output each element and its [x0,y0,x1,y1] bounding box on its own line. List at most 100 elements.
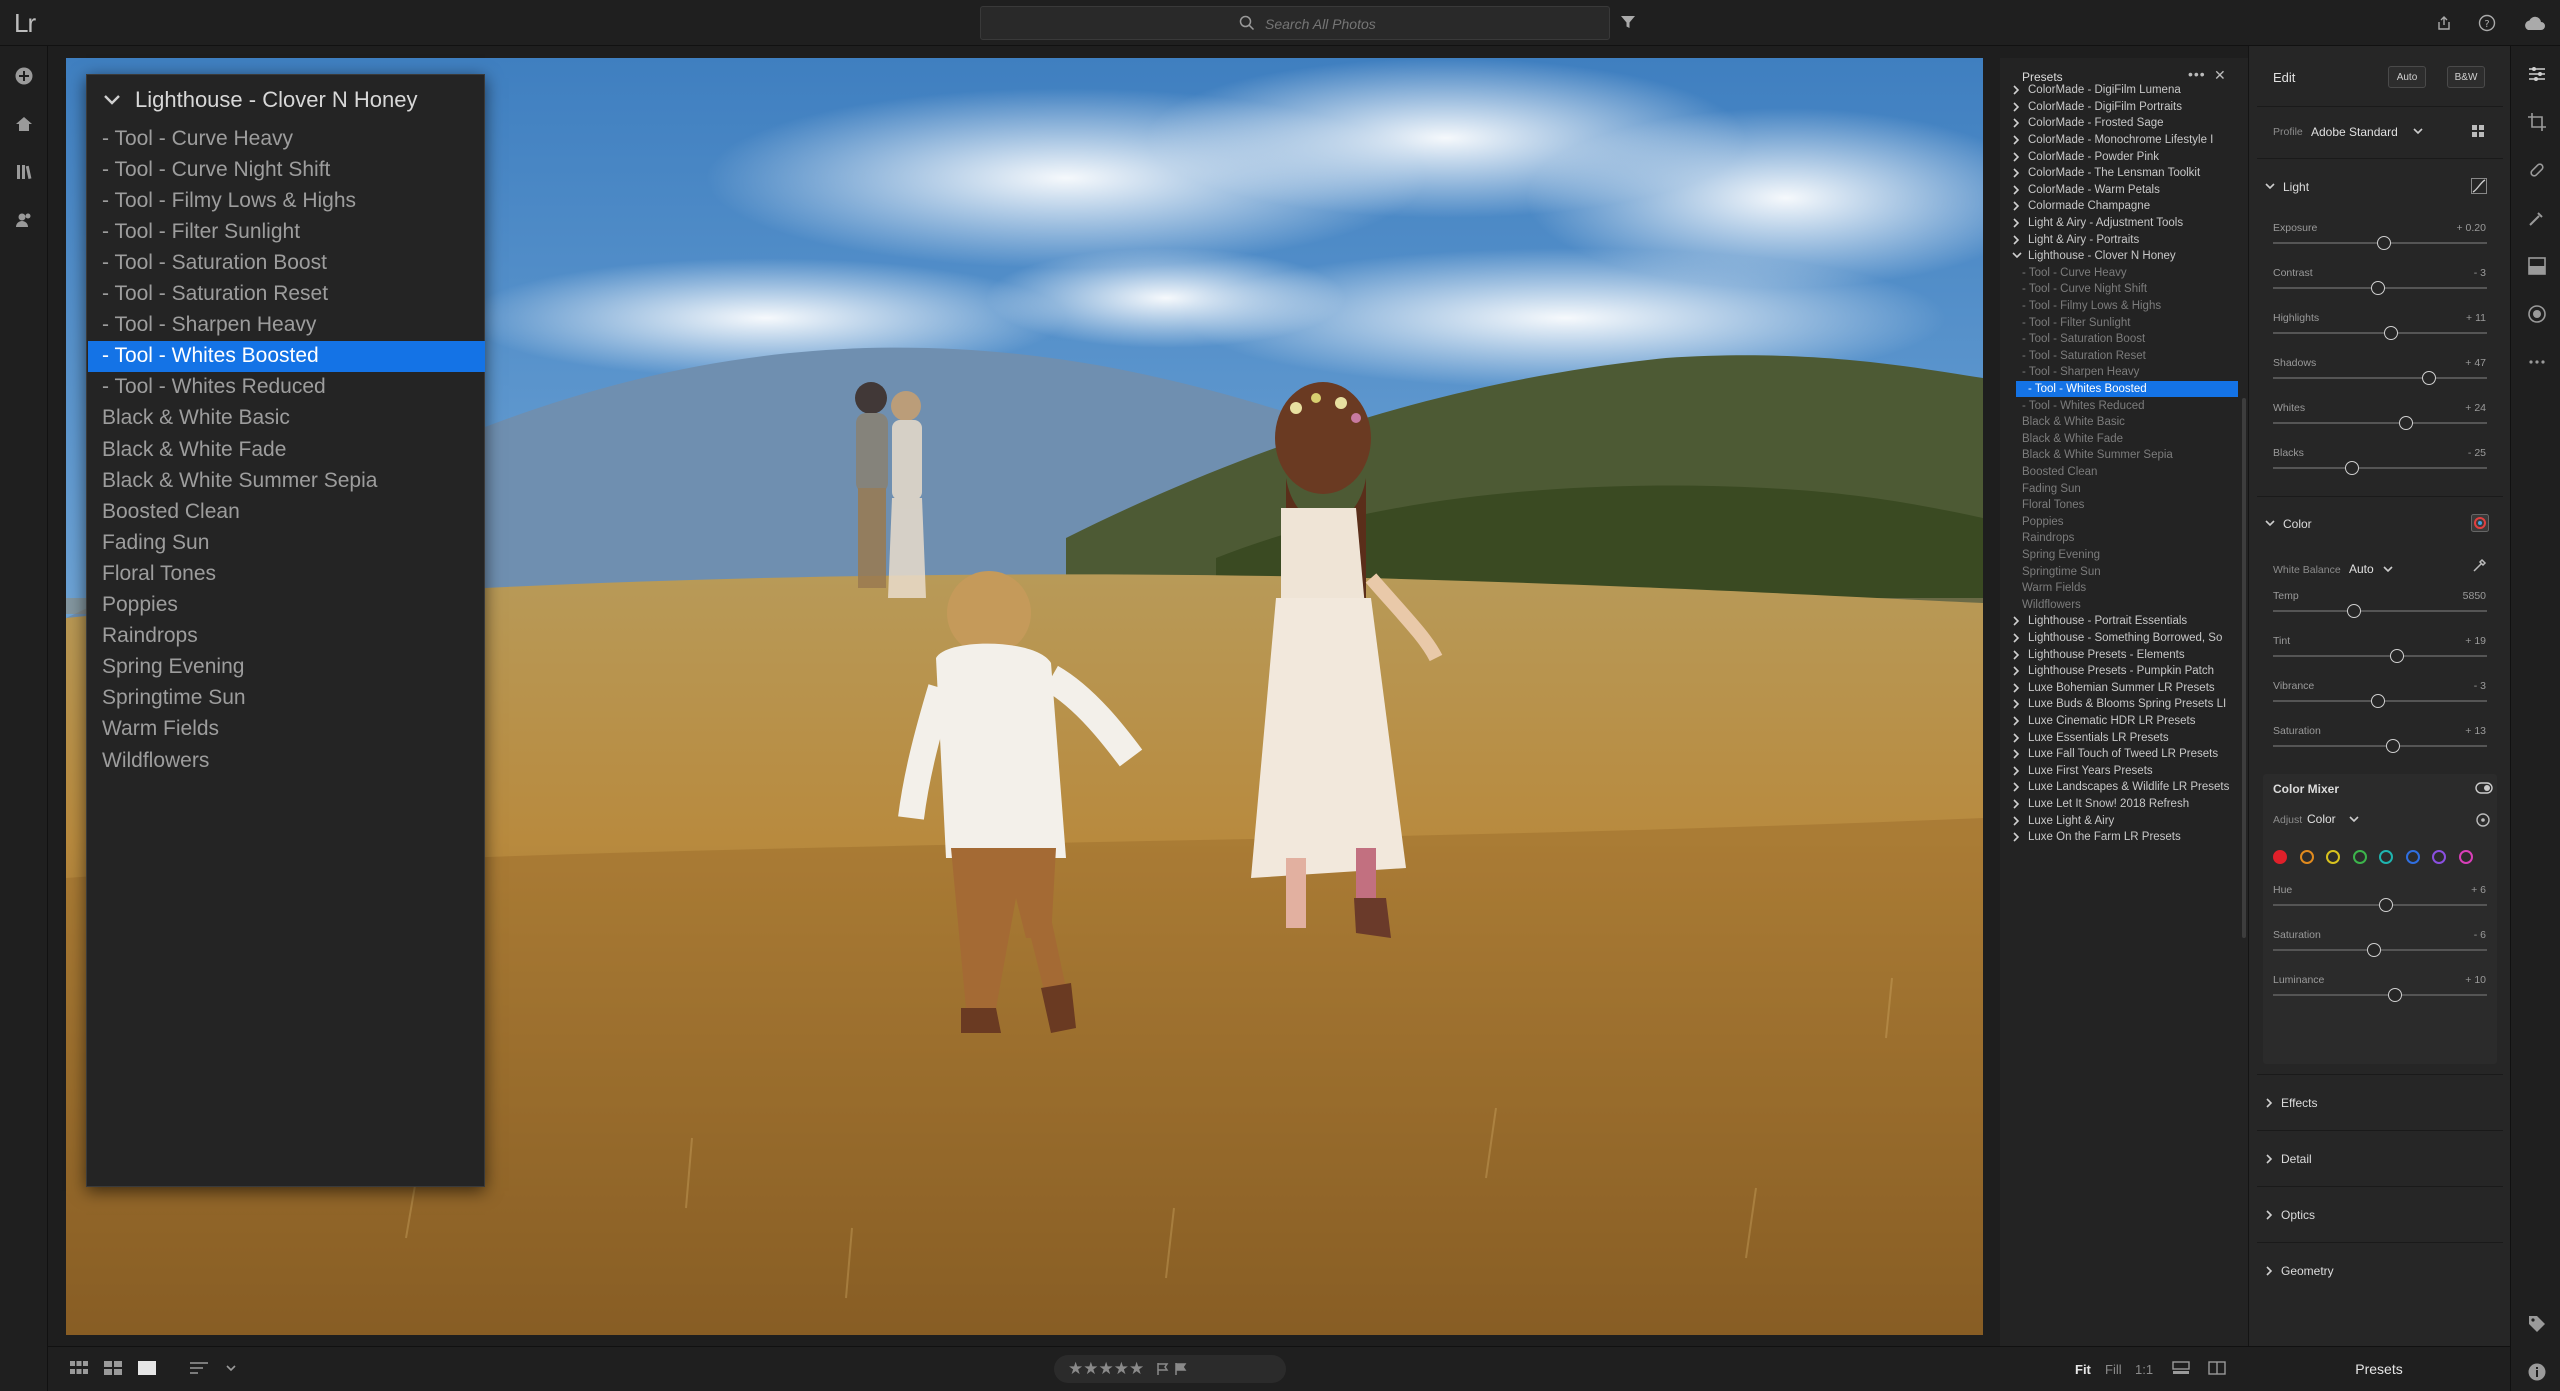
dropdown-item[interactable]: - Tool - Curve Night Shift [88,154,485,185]
slider-thumb[interactable] [2390,649,2405,663]
slider-track[interactable] [2273,610,2487,612]
dropdown-item[interactable]: Poppies [88,590,485,621]
profile-value[interactable]: Adobe Standard [2311,125,2398,139]
home-icon[interactable] [14,114,34,134]
dropdown-item[interactable]: Raindrops [88,621,485,652]
preset-item[interactable]: Fading Sun [2012,480,2237,497]
slider-thumb[interactable] [2385,739,2400,753]
preset-dropdown[interactable]: Lighthouse - Clover N Honey - Tool - Cur… [86,74,485,1187]
preset-group[interactable]: ColorMade - Powder Pink [2012,148,2237,165]
preset-item[interactable]: - Tool - Filmy Lows & Highs [2012,298,2237,315]
chevron-down-icon[interactable] [2413,128,2423,136]
preset-group[interactable]: Light & Airy - Portraits [2012,231,2237,248]
slider-track[interactable] [2273,994,2487,996]
preset-group[interactable]: Luxe Bohemian Summer LR Presets [2012,680,2237,697]
preset-group[interactable]: Luxe Buds & Blooms Spring Presets LI [2012,696,2237,713]
slider-thumb[interactable] [2347,604,2362,618]
dropdown-item[interactable]: - Tool - Whites Reduced [88,372,485,403]
preset-group[interactable]: Luxe Landscapes & Wildlife LR Presets [2012,779,2237,796]
slider-track[interactable] [2273,467,2487,469]
color-swatch[interactable] [2379,850,2393,864]
info-icon[interactable] [2527,1362,2547,1382]
slider-value[interactable]: + 10 [2465,974,2486,986]
preset-item[interactable]: Boosted Clean [2012,464,2237,481]
preset-group[interactable]: ColorMade - The Lensman Toolkit [2012,165,2237,182]
more-icon[interactable] [2527,352,2547,372]
preset-item[interactable]: - Tool - Curve Night Shift [2012,281,2237,298]
slider-thumb[interactable] [2377,236,2392,250]
slider-value[interactable]: - 6 [2474,929,2486,941]
slider-value[interactable]: + 19 [2465,635,2486,647]
chevron-down-icon[interactable] [2349,816,2359,824]
preset-item[interactable]: Springtime Sun [2012,563,2237,580]
dropdown-item[interactable]: Spring Evening [88,652,485,683]
slider-value[interactable]: + 0.20 [2457,222,2487,234]
preset-item[interactable]: - Tool - Curve Heavy [2012,265,2237,282]
preset-group[interactable]: ColorMade - Monochrome Lifestyle I [2012,132,2237,149]
color-swatch[interactable] [2405,850,2420,864]
presets-tab-button[interactable]: Presets [2248,1346,2510,1391]
dropdown-item[interactable]: Black & White Fade [88,434,485,465]
search-box[interactable] [980,6,1610,40]
chevron-down-icon[interactable] [226,1365,236,1373]
dropdown-item[interactable]: Wildflowers [88,745,485,776]
preset-item[interactable]: - Tool - Filter Sunlight [2012,314,2237,331]
help-icon[interactable]: ? [2478,14,2496,32]
radial-gradient-icon[interactable] [2527,304,2547,324]
search-input[interactable] [1265,13,1585,35]
brush-icon[interactable] [2527,208,2547,228]
preset-group[interactable]: Luxe Cinematic HDR LR Presets [2012,713,2237,730]
slider-track[interactable] [2273,377,2487,379]
preset-item[interactable]: - Tool - Whites Boosted [2016,380,2238,398]
filmstrip-icon[interactable] [2172,1361,2190,1375]
preset-group[interactable]: Luxe First Years Presets [2012,763,2237,780]
slider-thumb[interactable] [2387,988,2402,1002]
tone-curve-icon[interactable] [2471,178,2487,194]
adjust-value[interactable]: Color [2307,812,2336,826]
slider-track[interactable] [2273,332,2487,334]
preset-group[interactable]: Luxe Essentials LR Presets [2012,729,2237,746]
flag-reject-icon[interactable] [1174,1362,1188,1376]
sort-icon[interactable] [190,1361,210,1375]
crop-icon[interactable] [2527,112,2547,132]
color-swatch[interactable] [2326,850,2340,864]
eyedropper-icon[interactable] [2471,558,2487,574]
rating-widget[interactable]: ★★★★★ [1054,1355,1286,1383]
preset-item[interactable]: Black & White Fade [2012,431,2237,448]
zoom-1-to-1[interactable]: 1:1 [2135,1362,2153,1377]
chevron-down-icon[interactable] [2383,566,2393,574]
preset-item[interactable]: Floral Tones [2012,497,2237,514]
bw-button[interactable]: B&W [2447,66,2485,88]
dropdown-item[interactable]: Springtime Sun [88,683,485,714]
dropdown-item[interactable]: Black & White Summer Sepia [88,465,485,496]
preset-item[interactable]: Poppies [2012,514,2237,531]
dropdown-item[interactable]: Boosted Clean [88,496,485,527]
preset-group[interactable]: Lighthouse Presets - Pumpkin Patch [2012,663,2237,680]
preset-group[interactable]: Luxe Light & Airy [2012,812,2237,829]
slider-value[interactable]: + 13 [2465,725,2486,737]
section-geometry[interactable]: Geometry [2265,1264,2334,1278]
profile-browser-icon[interactable] [2471,124,2485,138]
preset-group[interactable]: ColorMade - Warm Petals [2012,182,2237,199]
preset-item[interactable]: - Tool - Whites Reduced [2012,397,2237,414]
preset-item[interactable]: Wildflowers [2012,597,2237,614]
healing-icon[interactable] [2527,160,2547,180]
slider-thumb[interactable] [2345,461,2360,475]
section-optics[interactable]: Optics [2265,1208,2315,1222]
add-photos-icon[interactable] [14,66,34,86]
preset-group[interactable]: Lighthouse Presets - Elements [2012,646,2237,663]
star-rating[interactable]: ★★★★★ [1068,1359,1144,1379]
zoom-fit[interactable]: Fit [2075,1362,2091,1377]
color-swatch[interactable] [2273,850,2287,864]
slider-track[interactable] [2273,655,2487,657]
dropdown-item[interactable]: - Tool - Filmy Lows & Highs [88,185,485,216]
people-icon[interactable] [14,210,34,230]
white-balance-value[interactable]: Auto [2349,562,2374,576]
share-icon[interactable] [2436,15,2452,31]
preset-group[interactable]: Luxe Let It Snow! 2018 Refresh [2012,796,2237,813]
preset-group-open[interactable]: Lighthouse - Clover N Honey [2012,248,2237,265]
slider-value[interactable]: + 24 [2465,402,2486,414]
edit-sliders-icon[interactable] [2527,64,2547,84]
slider-value[interactable]: - 25 [2468,447,2486,459]
slider-value[interactable]: - 3 [2474,267,2486,279]
